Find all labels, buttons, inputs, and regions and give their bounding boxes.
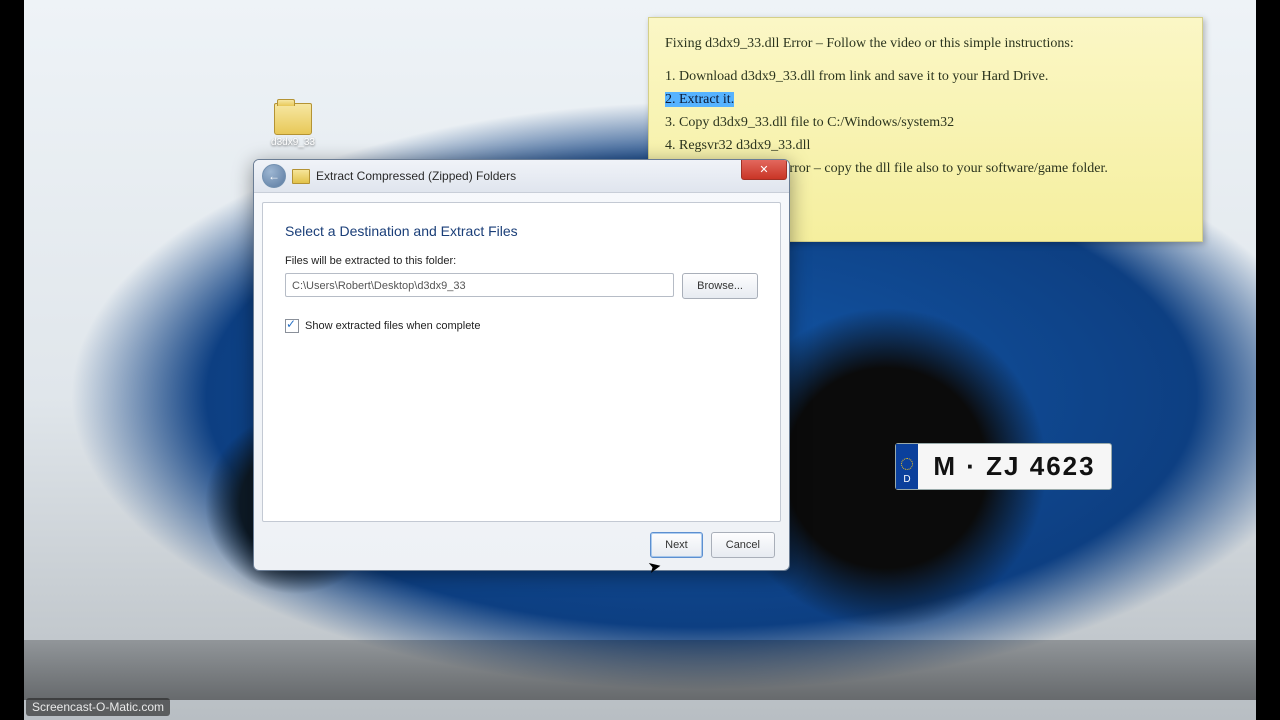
car-license-plate: D M · ZJ 4623	[895, 443, 1112, 490]
plate-eu-strip: D	[896, 444, 918, 489]
browse-button[interactable]: Browse...	[682, 273, 758, 299]
arrow-left-icon: ←	[268, 169, 280, 183]
folder-icon	[274, 103, 312, 135]
titlebar[interactable]: ← Extract Compressed (Zipped) Folders ✕	[254, 160, 789, 193]
sticky-step4: 4. Regsvr32 d3dx9_33.dll	[665, 134, 1186, 157]
dialog-footer: Next Cancel	[262, 528, 781, 562]
cancel-button[interactable]: Cancel	[711, 532, 775, 558]
back-button[interactable]: ←	[262, 164, 286, 188]
desktop-folder-d3dx9-33[interactable]: d3dx9_33	[263, 103, 323, 148]
sticky-step2-highlighted: 2. Extract it.	[665, 92, 734, 107]
sticky-step1: 1. Download d3dx9_33.dll from link and s…	[665, 65, 1186, 88]
close-button[interactable]: ✕	[741, 159, 787, 180]
screencast-watermark: Screencast-O-Matic.com	[26, 698, 170, 716]
dialog-heading: Select a Destination and Extract Files	[285, 223, 758, 239]
letterbox	[1256, 0, 1280, 720]
checkbox-icon	[285, 319, 299, 333]
close-icon: ✕	[759, 163, 768, 176]
wallpaper-shadow	[24, 640, 1256, 700]
extract-wizard-window: ← Extract Compressed (Zipped) Folders ✕ …	[253, 159, 790, 571]
dialog-body: Select a Destination and Extract Files F…	[262, 202, 781, 522]
sticky-step3: 3. Copy d3dx9_33.dll file to C:/Windows/…	[665, 111, 1186, 134]
desktop-icon-label: d3dx9_33	[263, 137, 323, 148]
folder-label: Files will be extracted to this folder:	[285, 255, 758, 267]
plate-number: M · ZJ 4623	[918, 451, 1111, 482]
sticky-title: Fixing d3dx9_33.dll Error – Follow the v…	[665, 32, 1186, 55]
window-title: Extract Compressed (Zipped) Folders	[316, 169, 516, 183]
destination-path-input[interactable]: C:\Users\Robert\Desktop\d3dx9_33	[285, 273, 674, 297]
show-extracted-checkbox[interactable]: Show extracted files when complete	[285, 319, 758, 333]
folder-icon	[292, 169, 310, 184]
next-button[interactable]: Next	[650, 532, 703, 558]
show-extracted-label: Show extracted files when complete	[305, 320, 480, 332]
letterbox	[0, 0, 24, 720]
